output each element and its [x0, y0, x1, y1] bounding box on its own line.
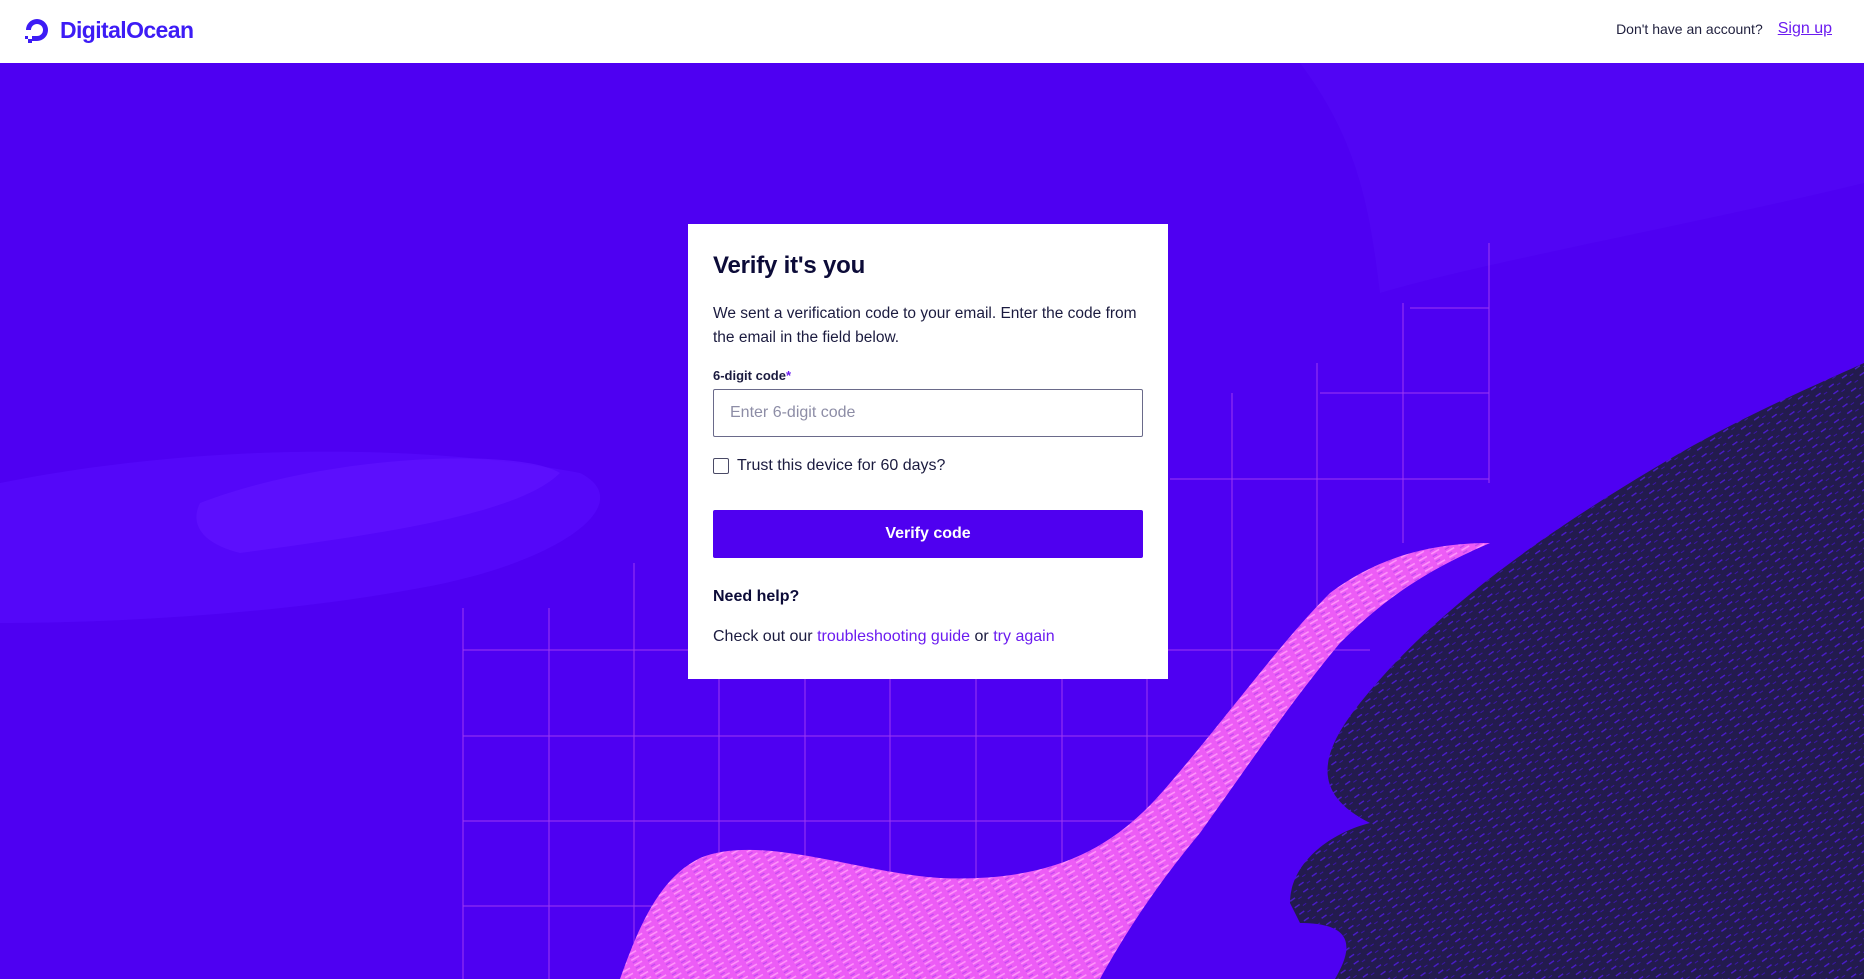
digitalocean-logo[interactable]: DigitalOcean — [22, 14, 194, 46]
verification-card: Verify it's you We sent a verification c… — [688, 224, 1168, 679]
code-label-text: 6-digit code — [713, 368, 786, 383]
help-or: or — [974, 628, 989, 645]
no-account-text: Don't have an account? — [1616, 21, 1763, 37]
card-title: Verify it's you — [713, 252, 866, 279]
troubleshooting-guide-link[interactable]: troubleshooting guide — [817, 628, 970, 645]
help-text: Check out our troubleshooting guide or t… — [713, 628, 1143, 646]
verify-code-button[interactable]: Verify code — [713, 510, 1143, 558]
help-prefix: Check out our — [713, 628, 813, 645]
verification-code-input[interactable] — [713, 389, 1143, 437]
try-again-link[interactable]: try again — [993, 628, 1054, 645]
required-marker: * — [785, 368, 792, 383]
trust-device-checkbox[interactable] — [713, 458, 729, 474]
trust-device-label[interactable]: Trust this device for 60 days? — [737, 457, 945, 475]
card-description: We sent a verification code to your emai… — [713, 305, 1137, 346]
top-navigation-bar: DigitalOcean Don't have an account? Sign… — [0, 0, 1864, 63]
brand-name: DigitalOcean — [60, 16, 194, 43]
help-heading: Need help? — [713, 588, 800, 605]
code-field-label: 6-digit code* — [713, 368, 1143, 383]
trust-device-row[interactable]: Trust this device for 60 days? — [713, 457, 1143, 475]
signup-prompt: Don't have an account? Sign up — [1616, 20, 1832, 38]
hero-background: Verify it's you We sent a verification c… — [0, 63, 1864, 979]
sign-up-link[interactable]: Sign up — [1778, 20, 1832, 38]
digitalocean-logo-icon — [25, 19, 48, 43]
